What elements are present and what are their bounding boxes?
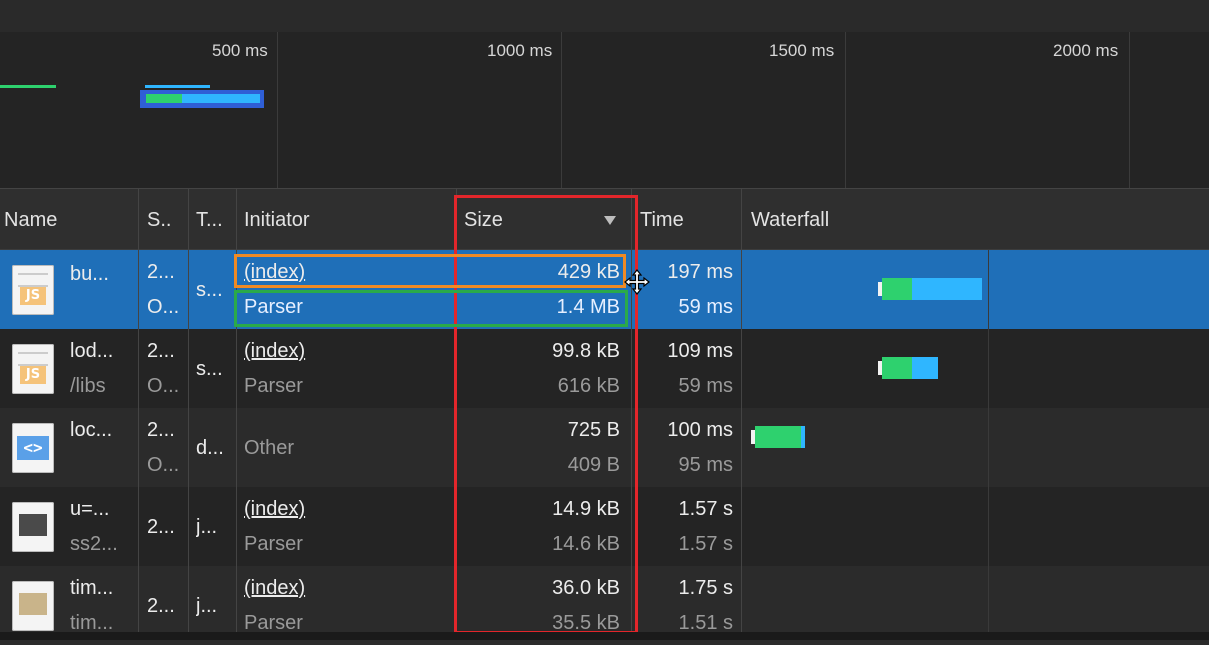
table-row[interactable]: JS lod... /libs 2... O... s... (index) P… xyxy=(0,329,1209,408)
resource-size: 409 B xyxy=(567,454,620,476)
column-divider[interactable] xyxy=(236,188,237,640)
toolbar-strip xyxy=(0,0,1209,33)
request-type: d... xyxy=(196,437,224,459)
transfer-size: 725 B xyxy=(567,419,620,441)
waterfall-download-bar xyxy=(912,357,938,379)
table-row[interactable]: u=... ss2... 2... j... (index) Parser 14… xyxy=(0,487,1209,566)
request-name: tim... xyxy=(70,577,114,599)
column-header-waterfall[interactable]: Waterfall xyxy=(751,189,951,251)
table-header: Name S.. T... Initiator Size Time Waterf… xyxy=(0,188,1209,250)
request-name: lod... xyxy=(70,340,114,362)
request-path: ss2... xyxy=(70,533,118,555)
column-divider[interactable] xyxy=(138,188,139,640)
timeline-overview[interactable]: 500 ms 1000 ms 1500 ms 2000 ms xyxy=(0,32,1209,188)
column-divider[interactable] xyxy=(188,188,189,640)
request-status: 2... xyxy=(147,516,175,538)
request-name: loc... xyxy=(70,419,113,441)
overview-download-bar xyxy=(182,94,260,103)
table-row[interactable]: JS bu... 2... O... s... (index) Parser 4… xyxy=(0,250,1209,329)
initiator-text: Other xyxy=(244,437,295,459)
overview-request-bar xyxy=(0,85,56,88)
waterfall-download-bar xyxy=(801,426,805,448)
initiator-link[interactable]: (index) xyxy=(244,577,444,600)
request-status-text: O... xyxy=(147,375,180,397)
column-header-initiator[interactable]: Initiator xyxy=(244,189,444,251)
overview-gridline xyxy=(845,32,846,188)
initiator-link[interactable]: (index) xyxy=(244,498,444,521)
overview-tick-label: 1000 ms xyxy=(487,41,553,60)
image-file-icon xyxy=(12,581,54,631)
request-type: s... xyxy=(196,358,223,380)
initiator-detail: Parser xyxy=(244,533,303,555)
request-time: 197 ms xyxy=(667,261,733,283)
waterfall-gridline xyxy=(988,250,989,640)
request-status: 2... xyxy=(147,595,175,617)
request-time: 100 ms xyxy=(667,419,733,441)
request-latency: 59 ms xyxy=(678,375,733,397)
request-path: /libs xyxy=(70,375,106,397)
js-file-icon: JS xyxy=(12,344,54,394)
resize-cursor-icon xyxy=(624,269,650,295)
request-status: 2... xyxy=(147,261,175,283)
overview-tick-label: 1500 ms xyxy=(769,41,835,60)
request-latency: 59 ms xyxy=(678,296,733,318)
bottom-edge xyxy=(0,632,1209,640)
request-time: 109 ms xyxy=(667,340,733,362)
request-latency: 1.57 s xyxy=(678,533,733,555)
overview-tick-label: 2000 ms xyxy=(1053,41,1119,60)
overview-gridline xyxy=(1129,32,1130,188)
waterfall-waiting-bar xyxy=(882,357,912,379)
initiator-link[interactable]: (index) xyxy=(244,261,444,284)
table-row[interactable]: <> loc... 2... O... d... Other 725 B 409… xyxy=(0,408,1209,487)
transfer-size: 429 kB xyxy=(557,261,620,283)
column-header-status[interactable]: S.. xyxy=(147,189,185,251)
overview-tick-label: 500 ms xyxy=(212,41,268,60)
request-type: j... xyxy=(196,516,218,538)
request-status-text: O... xyxy=(147,454,180,476)
column-divider[interactable] xyxy=(631,188,632,640)
network-request-table: Name S.. T... Initiator Size Time Waterf… xyxy=(0,188,1209,645)
overview-gridline xyxy=(277,32,278,188)
request-time: 1.75 s xyxy=(678,577,733,599)
transfer-size: 14.9 kB xyxy=(552,498,620,520)
waterfall-download-bar xyxy=(912,278,982,300)
initiator-detail: Parser xyxy=(244,296,303,318)
request-type: s... xyxy=(196,279,223,301)
column-header-time[interactable]: Time xyxy=(640,189,730,251)
column-divider[interactable] xyxy=(456,188,457,640)
sort-descending-icon xyxy=(604,216,616,225)
request-status: 2... xyxy=(147,419,175,441)
request-latency: 95 ms xyxy=(678,454,733,476)
request-type: j... xyxy=(196,595,218,617)
js-file-icon: JS xyxy=(12,265,54,315)
column-divider[interactable] xyxy=(741,188,742,640)
overview-waiting-bar xyxy=(146,94,182,103)
request-status: 2... xyxy=(147,340,175,362)
transfer-size: 36.0 kB xyxy=(552,577,620,599)
image-file-icon xyxy=(12,502,54,552)
column-header-name[interactable]: Name xyxy=(4,189,134,251)
request-time: 1.57 s xyxy=(678,498,733,520)
overview-request-bar xyxy=(145,85,210,88)
column-header-size[interactable]: Size xyxy=(464,189,584,251)
waterfall-waiting-bar xyxy=(755,426,801,448)
request-name: u=... xyxy=(70,498,110,520)
column-header-type[interactable]: T... xyxy=(196,189,234,251)
waterfall-waiting-bar xyxy=(882,278,912,300)
overview-gridline xyxy=(561,32,562,188)
initiator-link[interactable]: (index) xyxy=(244,340,444,363)
request-status-text: O... xyxy=(147,296,180,318)
resource-size: 616 kB xyxy=(557,375,620,397)
request-name: bu... xyxy=(70,263,109,285)
resource-size: 1.4 MB xyxy=(556,296,620,318)
html-document-icon: <> xyxy=(12,423,54,473)
resource-size: 14.6 kB xyxy=(552,533,620,555)
transfer-size: 99.8 kB xyxy=(552,340,620,362)
initiator-detail: Parser xyxy=(244,375,303,397)
